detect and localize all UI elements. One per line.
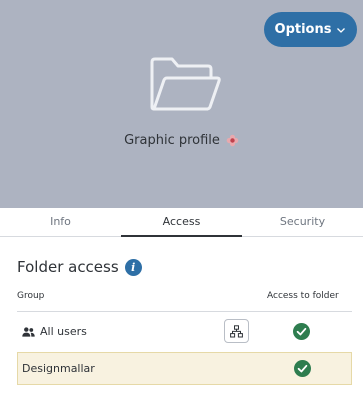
check-circle-icon — [293, 323, 310, 340]
info-icon[interactable]: i — [124, 258, 142, 276]
options-button-label: Options — [274, 22, 332, 37]
header-divider — [17, 311, 352, 312]
folder-title: Graphic profile — [124, 133, 220, 148]
folder-header: Options Graphic profile — [0, 0, 363, 208]
options-button[interactable]: Options — [264, 12, 357, 47]
group-name: All users — [40, 325, 87, 338]
tab-info[interactable]: Info — [0, 208, 121, 236]
table-row-designmallar: Designmallar — [17, 352, 352, 385]
hierarchy-button[interactable] — [224, 319, 249, 343]
column-header-access: Access to folder — [267, 291, 339, 301]
folder-access-heading: Folder access i — [17, 258, 142, 276]
flower-icon — [226, 134, 239, 147]
column-header-group: Group — [17, 291, 45, 301]
tab-security[interactable]: Security — [242, 208, 363, 236]
tab-bar: Info Access Security — [0, 208, 363, 237]
group-name: Designmallar — [22, 362, 95, 375]
hierarchy-icon — [230, 324, 243, 338]
tab-access[interactable]: Access — [121, 208, 242, 237]
chevron-down-icon — [337, 27, 346, 33]
table-row-all-users: All users — [17, 315, 352, 348]
users-icon — [22, 326, 35, 337]
check-circle-icon — [294, 360, 311, 377]
folder-access-title: Folder access — [17, 258, 119, 276]
folder-icon — [150, 57, 221, 111]
folder-title-row: Graphic profile — [0, 133, 363, 148]
